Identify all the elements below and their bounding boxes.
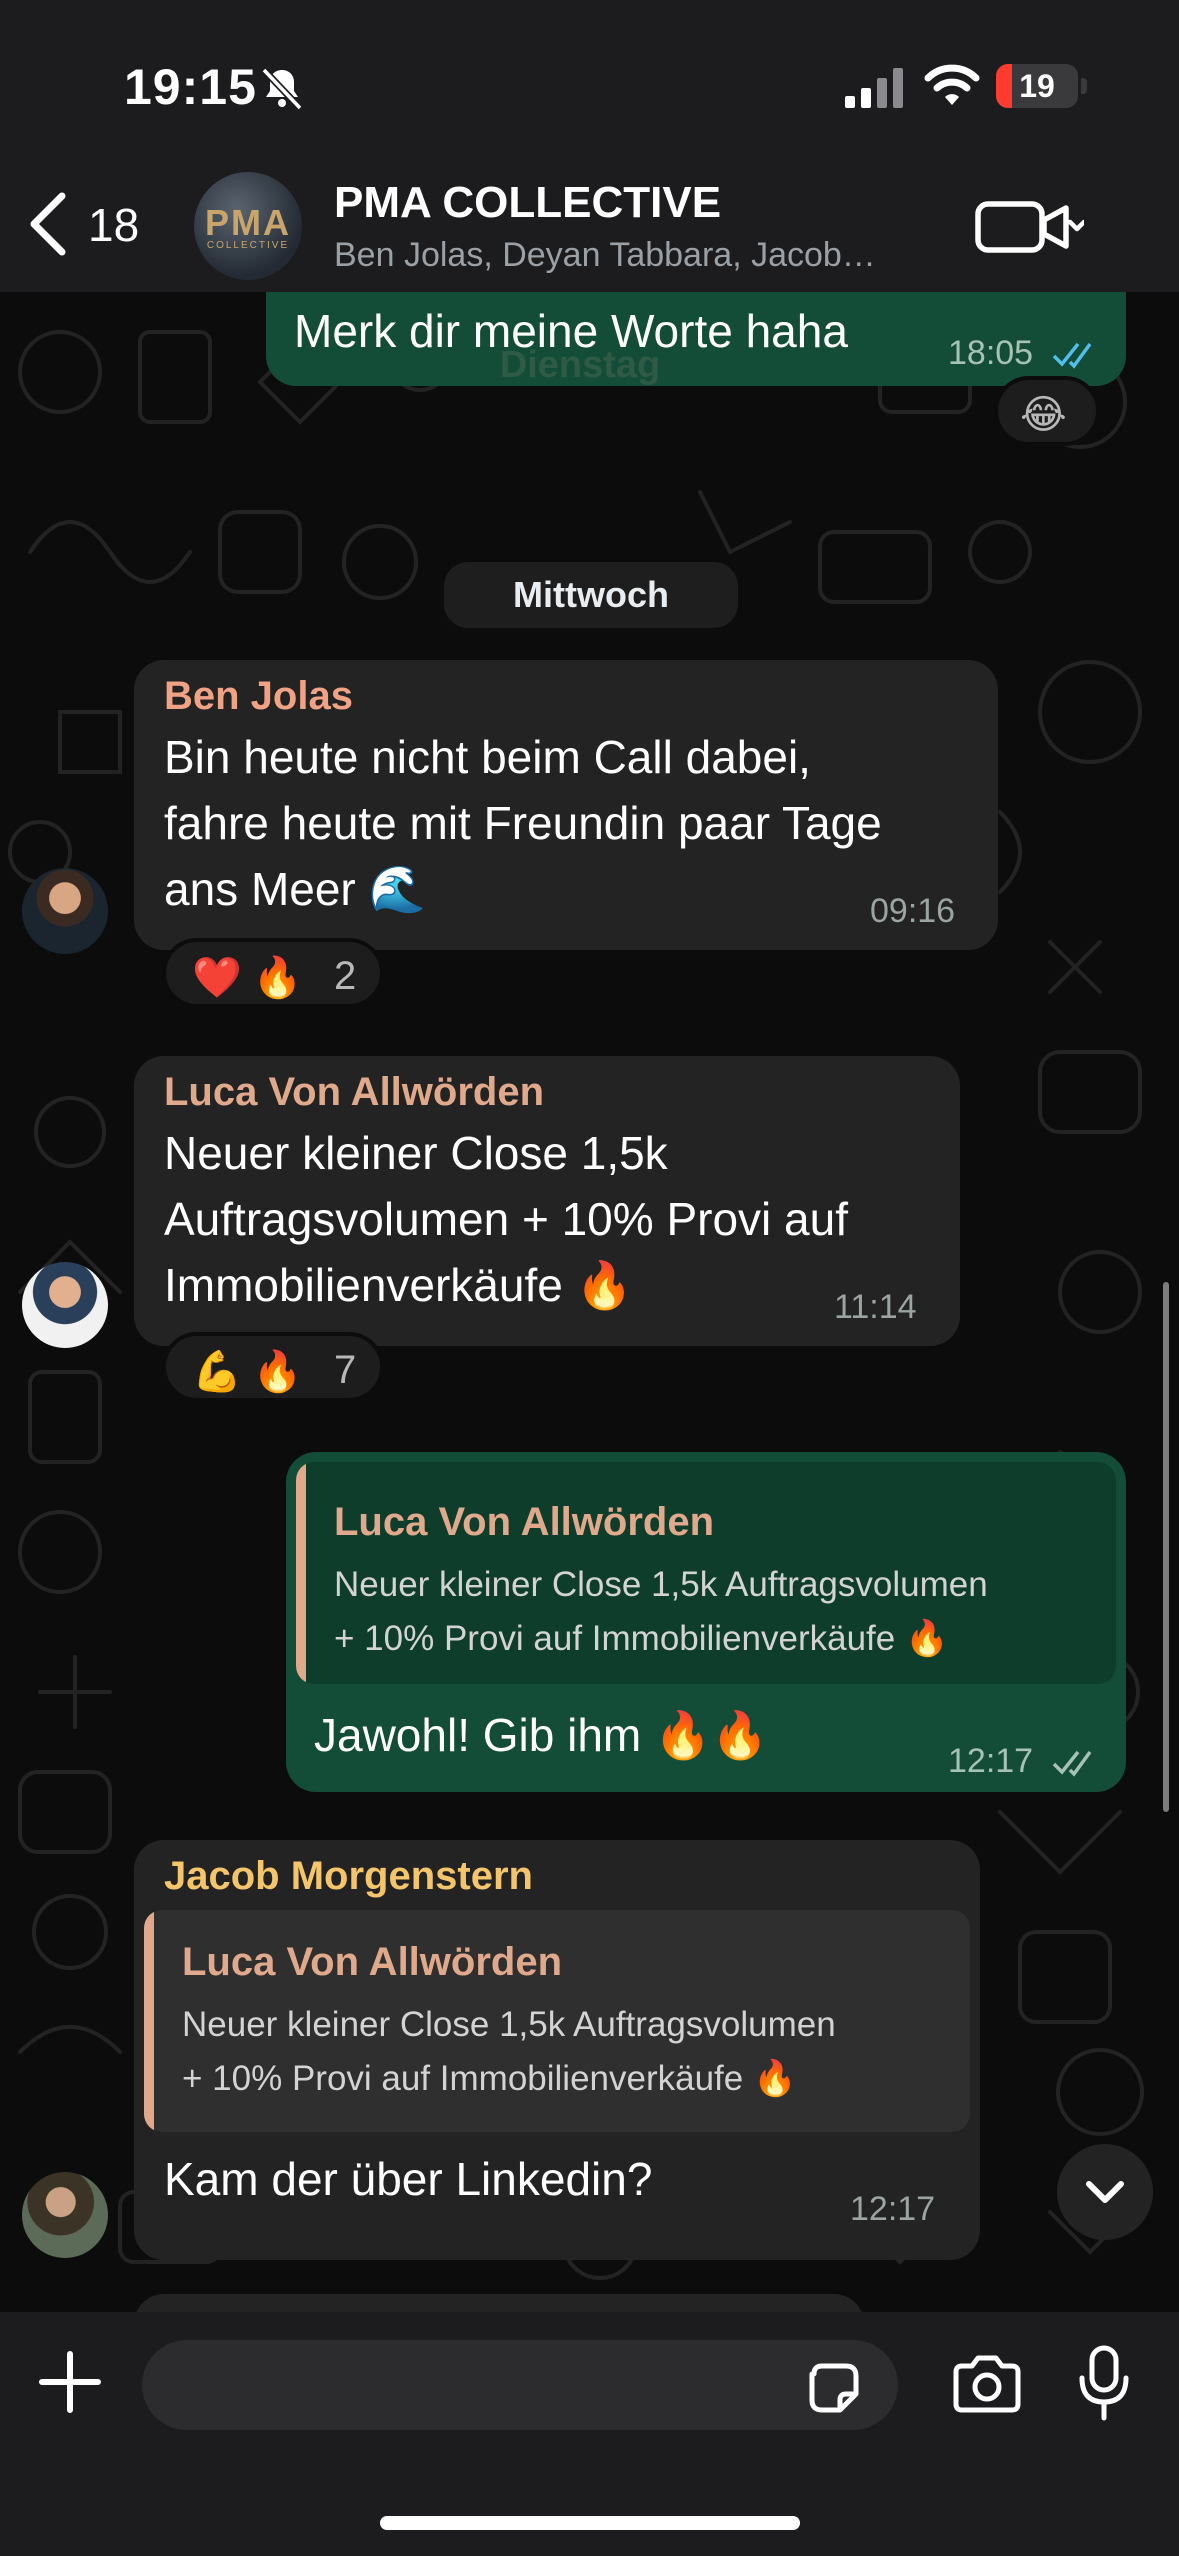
quote-bar — [296, 1462, 306, 1684]
day-separator: Mittwoch — [444, 562, 738, 628]
reaction-count: 7 — [334, 1348, 357, 1392]
message-line: ans Meer 🌊 — [164, 863, 426, 915]
chevron-down-icon — [1086, 2181, 1124, 2203]
scroll-to-bottom-button[interactable] — [1057, 2144, 1153, 2240]
quote-line: Neuer kleiner Close 1,5k Auftragsvolumen — [182, 2005, 836, 2044]
plus-icon[interactable] — [36, 2348, 104, 2416]
quoted-message[interactable]: Luca Von Allwörden Neuer kleiner Close 1… — [296, 1462, 1116, 1684]
message-sender: Jacob Morgenstern — [164, 1854, 533, 1898]
message-time: 09:16 — [870, 892, 956, 930]
quote-bar — [144, 1910, 154, 2132]
avatar-jacob-morgenstern[interactable] — [22, 2172, 108, 2258]
message-outgoing[interactable]: Merk dir meine Worte haha 18:05 — [266, 292, 1126, 386]
group-logo-text: PMA — [205, 202, 291, 243]
top-bar: 19:15 19 18 PMA COLLECTIVE PMA COLLECTIV… — [0, 0, 1179, 292]
quote-sender: Luca Von Allwörden — [334, 1500, 715, 1544]
message-input[interactable] — [172, 2354, 812, 2416]
quote-line: + 10% Provi auf Immobilienverkäufe 🔥 — [334, 1619, 949, 1658]
message-line: fahre heute mit Freundin paar Tage — [164, 797, 882, 849]
message-line: Bin heute nicht beim Call dabei, — [164, 731, 811, 783]
message-input-field[interactable] — [142, 2340, 898, 2430]
message-line: Immobilienverkäufe 🔥 — [164, 1259, 633, 1311]
bell-slash-icon — [261, 67, 303, 111]
group-logo-subtext: COLLECTIVE — [206, 240, 290, 251]
message-time: 11:14 — [834, 1288, 917, 1326]
quoted-message[interactable]: Luca Von Allwörden Neuer kleiner Close 1… — [144, 1910, 970, 2132]
battery-percentage: 19 — [1019, 68, 1055, 104]
message-time: 18:05 — [948, 334, 1034, 372]
video-call-icon[interactable] — [974, 196, 1084, 256]
home-indicator[interactable] — [380, 2516, 800, 2530]
reaction-emojis: 💪 🔥 — [192, 1350, 303, 1394]
day-separator-dienstag: Dienstag — [499, 344, 661, 386]
signal-icon — [845, 68, 903, 108]
message-line: Neuer kleiner Close 1,5k — [164, 1127, 668, 1179]
wifi-icon — [924, 64, 980, 105]
battery-cap — [1081, 78, 1087, 94]
message-incoming[interactable]: Luca Von Allwörden Neuer kleiner Close 1… — [134, 1056, 960, 1346]
reaction-emojis: ❤️ 🔥 — [192, 956, 303, 1000]
chevron-down-icon — [1067, 219, 1084, 232]
status-time: 19:15 — [124, 59, 257, 115]
message-time: 12:17 — [850, 2190, 936, 2228]
double-check-icon — [1052, 1750, 1092, 1777]
message-sender: Ben Jolas — [164, 674, 353, 718]
reaction-pill[interactable]: 💪 🔥 7 — [162, 1332, 384, 1402]
message-time: 12:17 — [948, 1742, 1034, 1780]
quote-line: + 10% Provi auf Immobilienverkäufe 🔥 — [182, 2059, 797, 2098]
message-incoming[interactable]: Ben Jolas Bin heute nicht beim Call dabe… — [134, 660, 998, 950]
camera-icon[interactable] — [950, 2354, 1024, 2414]
double-check-icon — [1052, 342, 1092, 369]
reaction-pill[interactable]: 😂 — [994, 376, 1100, 446]
reaction-pill[interactable]: ❤️ 🔥 2 — [162, 938, 384, 1008]
reaction-emoji: 😂 — [1020, 393, 1067, 437]
message-outgoing[interactable]: Luca Von Allwörden Neuer kleiner Close 1… — [286, 1452, 1126, 1792]
message-line: Auftragsvolumen + 10% Provi auf — [164, 1193, 848, 1245]
reaction-count: 2 — [334, 954, 357, 998]
message-text: Kam der über Linkedin? — [164, 2153, 653, 2205]
message-incoming[interactable]: Jacob Morgenstern Luca Von Allwörden Neu… — [134, 1840, 980, 2260]
quote-sender: Luca Von Allwörden — [182, 1940, 563, 1984]
group-avatar[interactable]: PMA COLLECTIVE — [194, 172, 302, 280]
chat-area[interactable]: Merk dir meine Worte haha 18:05 Dienstag… — [0, 292, 1179, 2312]
chat-members[interactable]: Ben Jolas, Deyan Tabbara, Jacob… — [334, 236, 876, 275]
message-incoming-partial[interactable] — [134, 2294, 864, 2312]
message-text: Jawohl! Gib ihm 🔥🔥 — [314, 1709, 769, 1761]
chevron-left-icon[interactable] — [24, 188, 72, 260]
avatar-ben-jolas[interactable] — [22, 868, 108, 954]
battery-indicator: 19 — [996, 64, 1078, 108]
quote-line: Neuer kleiner Close 1,5k Auftragsvolumen — [334, 1565, 988, 1604]
message-sender: Luca Von Allwörden — [164, 1070, 545, 1114]
unread-count[interactable]: 18 — [88, 198, 139, 252]
chat-title[interactable]: PMA COLLECTIVE — [334, 178, 721, 228]
scrollbar[interactable] — [1163, 1282, 1169, 1812]
microphone-icon[interactable] — [1078, 2344, 1130, 2422]
avatar-luca[interactable] — [22, 1262, 108, 1348]
sticker-icon[interactable] — [806, 2360, 862, 2416]
